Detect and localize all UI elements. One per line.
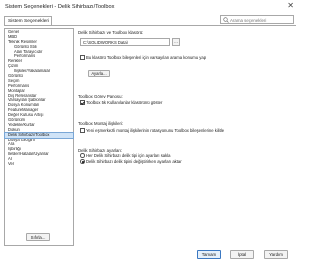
tab-system-options[interactable]: Sistem Seçenekleri [4,16,52,25]
default-search-checkbox-box[interactable] [80,55,85,60]
help-button[interactable]: Yardım [264,250,288,259]
show-favorites-checkbox[interactable]: Toolbox 5k Kullanılanlar klasörünü göste… [80,100,162,105]
close-icon[interactable]: ✕ [287,2,294,10]
default-search-checkbox[interactable]: Bu klasörü Toolbox bileşenleri için vars… [80,55,206,60]
store-settings-radio-dot[interactable] [80,153,85,158]
tree-item[interactable]: Ver [5,162,73,167]
options-panel: Delik Sihirbazı ve Toolbox klasörü: C:\S… [78,28,296,246]
lock-rotation-checkbox-box[interactable] [80,128,85,133]
transfer-settings-radio[interactable]: Delik Sihirbazı delik tipini değiştirirk… [80,159,182,164]
search-icon [223,17,229,23]
window-title: Sistem Seçenekleri - Delik Sihirbazı/Too… [5,4,115,10]
lock-rotation-checkbox-label: Yeni eşmerkezli montaj ilişkilerinin rot… [86,128,225,133]
folder-group-title: Delik Sihirbazı ve Toolbox klasörü: [78,30,144,35]
store-settings-radio[interactable]: Her Delik Sihirbazı delik tipi için ayar… [80,153,170,158]
mates-group-title: Toolbox Montaj ilişkileri: [78,121,124,126]
show-favorites-checkbox-box[interactable] [80,100,85,105]
browse-button[interactable]: ... [172,38,180,46]
transfer-settings-radio-label: Delik Sihirbazı delik tipini değiştirirk… [86,159,182,164]
reset-button[interactable]: Sıfırla... [26,233,50,241]
toolbox-folder-field[interactable]: C:\SOLIDWORKS Data\ [80,38,170,46]
search-input[interactable] [230,16,292,24]
task-pane-group-title: Toolbox Görev Panosu: [78,94,123,99]
cancel-button[interactable]: İptal [230,250,254,259]
store-settings-radio-label: Her Delik Sihirbazı delik tipi için ayar… [86,153,171,158]
configure-button[interactable]: Ayarla... [88,70,110,77]
show-favorites-checkbox-label: Toolbox 5k Kullanılanlar klasörünü göste… [86,100,163,105]
options-tree[interactable]: Genel MBD Teknik Resimler Görüntü Stili Alan… [4,28,74,246]
title-bar: Sistem Seçenekleri - Delik Sihirbazı/Too… [0,0,300,14]
ok-button[interactable]: Tamam [197,250,221,259]
tab-divider [4,25,296,26]
default-search-checkbox-label: Bu klasörü Toolbox bileşenleri için vars… [86,55,207,60]
search-box[interactable] [220,15,294,24]
transfer-settings-radio-dot[interactable] [80,159,85,164]
lock-rotation-checkbox[interactable]: Yeni eşmerkezli montaj ilişkilerinin rot… [80,128,224,133]
